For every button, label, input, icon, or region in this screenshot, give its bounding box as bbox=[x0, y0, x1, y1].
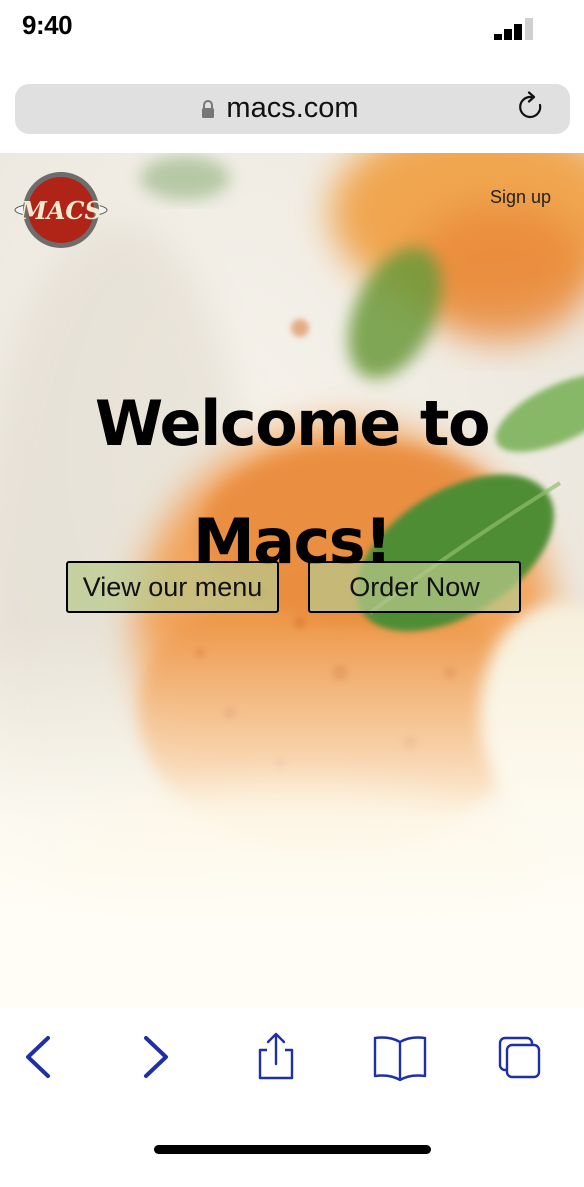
tabs-icon[interactable] bbox=[496, 1030, 544, 1084]
home-indicator bbox=[154, 1145, 431, 1154]
logo-wordmark: MACS bbox=[19, 196, 102, 225]
reload-icon[interactable] bbox=[516, 91, 546, 123]
status-bar: 9:40 bbox=[0, 0, 584, 60]
hero-section: MACS Sign up Welcome to Macs! View our m… bbox=[0, 153, 584, 1008]
macs-logo[interactable]: MACS bbox=[14, 170, 108, 250]
forward-icon[interactable] bbox=[132, 1030, 180, 1084]
address-bar[interactable]: macs.com bbox=[15, 84, 570, 134]
order-now-button[interactable]: Order Now bbox=[308, 561, 521, 613]
url-text[interactable]: macs.com bbox=[15, 92, 570, 125]
bookmarks-icon[interactable] bbox=[372, 1030, 428, 1084]
cellular-signal-icon bbox=[494, 18, 538, 40]
back-icon[interactable] bbox=[14, 1030, 62, 1084]
signup-link[interactable]: Sign up bbox=[490, 187, 551, 208]
share-icon[interactable] bbox=[252, 1030, 300, 1084]
status-time: 9:40 bbox=[22, 10, 73, 40]
view-menu-button[interactable]: View our menu bbox=[66, 561, 279, 613]
